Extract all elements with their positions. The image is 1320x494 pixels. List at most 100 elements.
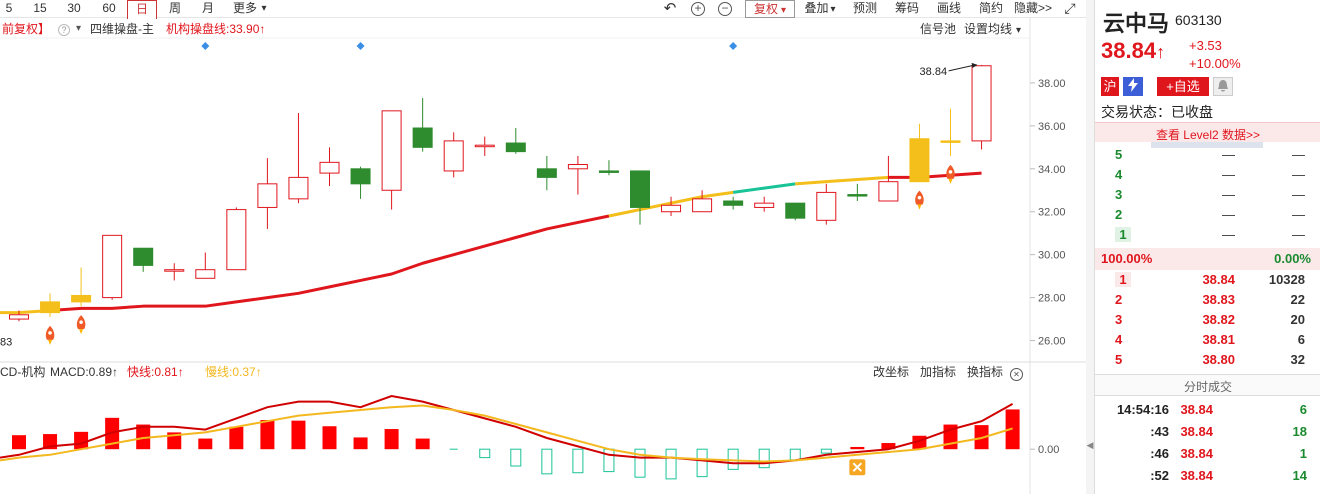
trade-price: 38.84 (1180, 446, 1213, 461)
sell-volume: — (1292, 167, 1305, 182)
trade-price: 38.84 (1180, 468, 1213, 483)
help-icon[interactable]: ? (58, 20, 70, 38)
quote-panel: 云中马 603130 38.84↑ +3.53 +10.00% 沪 +自选 交易… (1094, 0, 1320, 494)
huaxian-button[interactable]: 画线 (935, 0, 963, 18)
signal-diamond-icon (356, 42, 365, 50)
qianfuquan-label[interactable]: 前复权】 (2, 20, 50, 38)
y-tick-label: 36.00 (1038, 121, 1066, 133)
chouma-button[interactable]: 筹码 (893, 0, 921, 18)
chart-scrollbar[interactable]: ◀ (1086, 0, 1094, 494)
jigou-up-arrow-icon: ↑ (259, 22, 266, 36)
period-60min[interactable]: 60 (97, 0, 121, 18)
close-indicator-icon[interactable]: ✕ (1010, 364, 1023, 382)
bell-icon[interactable] (1213, 77, 1233, 96)
kline-chart[interactable]: 38.00 36.00 34.00 32.00 30.00 28.00 26.00 38.84… (0, 0, 1086, 494)
fuquan-dropdown[interactable]: 复权 ▾ (745, 0, 795, 18)
period-more-caret-icon[interactable]: ▾ (259, 0, 269, 18)
sell-row[interactable]: 4 — — (1095, 167, 1320, 187)
sell-row[interactable]: 5 — — (1095, 147, 1320, 167)
trade-row: :46 38.84 1 (1095, 446, 1320, 466)
macd-value: MACD:0.89↑ (50, 363, 118, 381)
price-up-arrow-icon: ↑ (1156, 42, 1166, 62)
sell-level: 4 (1115, 167, 1123, 182)
macd-bar (229, 426, 244, 450)
undo-icon[interactable]: ↶ (661, 0, 679, 18)
close-glyph: ✕ (1010, 368, 1023, 381)
jianyue-button[interactable]: 简约 (977, 0, 1005, 18)
trade-price: 38.84 (1180, 402, 1213, 417)
bell-glyph (1218, 80, 1228, 92)
sell-level: 3 (1115, 187, 1123, 202)
kuaixian-value: 快线:0.81↑ (127, 363, 184, 381)
jiazhibiao-button[interactable]: 加指标 (920, 363, 956, 381)
lightning-glyph (1128, 78, 1138, 92)
buy-price: 38.80 (1202, 352, 1235, 367)
gaizuobiao-button[interactable]: 改坐标 (873, 363, 909, 381)
zoom-out-icon[interactable]: − (716, 0, 734, 18)
sell-volume: — (1292, 187, 1305, 202)
buy-volume: 6 (1297, 332, 1305, 347)
sell-row[interactable]: 2 — — (1095, 207, 1320, 227)
lightning-icon[interactable] (1123, 77, 1143, 96)
macd-info-row: CD-机构 MACD:0.89↑ 快线:0.81↑ 慢线:0.37↑ 改坐标 加… (0, 363, 1030, 381)
candle-body (505, 142, 526, 153)
buy-row[interactable]: 1 38.84 10328 (1095, 272, 1320, 292)
period-day[interactable]: 日 (127, 0, 157, 19)
huanzhibiao-button[interactable]: 换指标 (967, 363, 1003, 381)
candle-body (71, 294, 92, 303)
sell-level: 1 (1115, 227, 1131, 242)
period-week[interactable]: 周 (165, 0, 185, 18)
signal-diamond-icon (201, 42, 210, 50)
period-month[interactable]: 月 (198, 0, 218, 18)
macd-bar (353, 437, 368, 450)
macd-bar (850, 446, 865, 450)
sell-row[interactable]: 3 — — (1095, 187, 1320, 207)
zoom-in-icon[interactable]: + (689, 0, 707, 18)
scroll-left-icon[interactable]: ◀ (1086, 436, 1094, 454)
xinhaochi-button[interactable]: 信号池 (920, 20, 956, 38)
indicator-caret-icon[interactable]: ▾ (76, 20, 81, 38)
buy-row[interactable]: 3 38.82 20 (1095, 312, 1320, 332)
period-5min[interactable]: 5 (2, 0, 16, 18)
y-tick-label: 34.00 (1038, 164, 1066, 176)
period-30min[interactable]: 30 (63, 0, 85, 18)
candle-body (878, 181, 899, 202)
stock-name: 云中马 (1103, 11, 1170, 36)
candle-body (195, 269, 216, 279)
ma-line-segment (888, 171, 982, 179)
rocket-flame (79, 329, 84, 335)
buy-row[interactable]: 5 38.80 32 (1095, 352, 1320, 372)
fuquan-label: 复权 (753, 2, 778, 16)
macd-bar (820, 448, 832, 454)
macd-indicator-name[interactable]: CD-机构 (0, 363, 45, 381)
fullscreen-icon[interactable]: ⤢ (1062, 0, 1078, 18)
trades-title: 分时成交 (1183, 380, 1232, 394)
sell-price: — (1222, 207, 1235, 222)
level2-banner[interactable]: 查看 Level2 数据>> (1095, 122, 1320, 142)
buy-volume: 20 (1290, 312, 1305, 327)
diejia-dropdown[interactable]: 叠加 ▾ (800, 0, 840, 18)
buy-level: 3 (1115, 312, 1123, 327)
candle-body (40, 301, 61, 314)
sell-volume: — (1292, 207, 1305, 222)
period-15min[interactable]: 15 (30, 0, 50, 18)
chart-panel: 38.00 36.00 34.00 32.00 30.00 28.00 26.00 38.84… (0, 0, 1086, 494)
macd-bar (572, 448, 584, 474)
sell-row[interactable]: 1 — — (1095, 227, 1320, 247)
shezhi-junxian-button[interactable]: 设置均线 ▾ (964, 20, 1021, 40)
level2-link[interactable]: 查看 Level2 数据>> (1095, 126, 1320, 143)
macd-bar (479, 448, 491, 459)
candle-body (723, 200, 744, 206)
period-more[interactable]: 更多 (230, 0, 260, 18)
yuce-button[interactable]: 预测 (851, 0, 879, 18)
candle-body (257, 183, 278, 208)
add-watchlist-button[interactable]: +自选 (1157, 77, 1209, 96)
buy-row[interactable]: 2 38.83 22 (1095, 292, 1320, 312)
yincang-button[interactable]: 隐藏>> (1013, 0, 1053, 18)
indicator-name[interactable]: 四维操盘-主 (90, 20, 154, 38)
manxian-label: 慢线:0.37 (205, 365, 256, 379)
candle-body (350, 168, 371, 185)
buy-row[interactable]: 4 38.81 6 (1095, 332, 1320, 352)
sell-price: — (1222, 227, 1235, 242)
trade-volume: 18 (1292, 424, 1307, 439)
